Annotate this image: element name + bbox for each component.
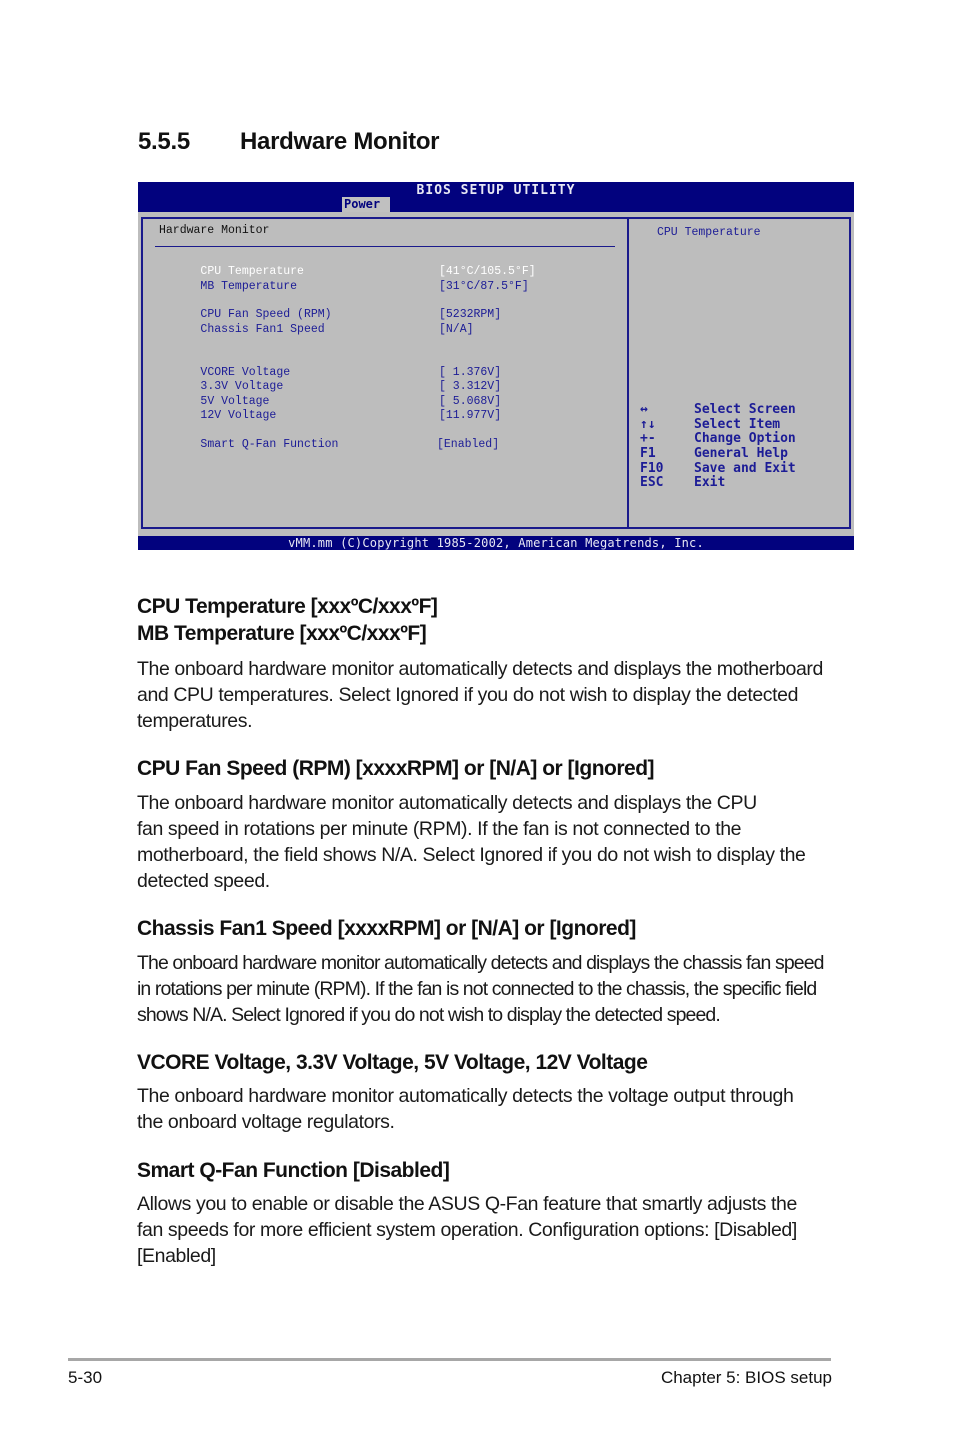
paragraph-cpu-fan-speed: The onboard hardware monitor automatical… [137, 790, 857, 894]
key-action: Exit [694, 475, 726, 491]
paragraph-temperature: The onboard hardware monitor automatical… [137, 656, 857, 734]
key-action: Change Option [694, 431, 796, 447]
bios-key-legend: ↔ Select Screen ↑↓ Select Item +- Change Op… [640, 402, 796, 491]
bios-item-label: MB Temperature [200, 280, 298, 293]
heading-line: CPU Temperature [xxxºC/xxxºF] [137, 595, 438, 618]
key-f10: F10 [640, 460, 664, 476]
paragraph-chassis-fan1-speed: The onboard hardware monitor automatical… [137, 950, 857, 1028]
bios-panel-rule [155, 246, 615, 247]
bios-item-value: [11.977V] [439, 409, 502, 422]
bios-item-chassis-fan1-speed[interactable]: Chassis Fan1 Speed [N/A] [159, 310, 473, 349]
arrows-left-right-icon: ↔ [640, 402, 648, 417]
key-legend-row: ESC Exit [640, 476, 796, 491]
key-legend-row: F1 General Help [640, 446, 796, 462]
bios-item-value: [ 1.376V] [439, 366, 502, 379]
heading-line: Chassis Fan1 Speed [xxxxRPM] or [N/A] or… [137, 917, 636, 940]
text-line: The onboard hardware monitor automatical… [137, 952, 825, 974]
text-line: [Enabled] [137, 1245, 216, 1267]
text-line: fan speed in rotations per minute (RPM).… [137, 818, 742, 840]
bios-frame: Hardware Monitor CPU Temperature [41°C/10… [141, 217, 851, 529]
bios-item-label: Chassis Fan1 Speed [200, 323, 325, 336]
bios-item-value: [5232RPM] [439, 308, 502, 321]
plus-minus-icon: +- [640, 431, 656, 447]
key-action: Select Item [694, 416, 781, 432]
text-line: temperatures. [137, 710, 253, 732]
bios-item-value: [Enabled] [437, 438, 500, 451]
text-line: motherboard, the field shows N/A. Select… [137, 844, 806, 866]
key-legend-row: +- Change Option [640, 432, 796, 447]
key-action: General Help [694, 446, 788, 462]
bios-screenshot: BIOS SETUP UTILITY Power Hardware Monito… [138, 182, 854, 550]
text-line: in rotations per minute (RPM). If the fa… [137, 978, 817, 1000]
bios-item-value: [N/A] [439, 323, 474, 336]
heading-line: VCORE Voltage, 3.3V Voltage, 5V Voltage,… [137, 1051, 648, 1074]
key-legend-row: ↔ Select Screen [640, 402, 796, 418]
key-action: Save and Exit [694, 460, 796, 476]
bios-item-value: [ 5.068V] [439, 395, 502, 408]
bios-help-title: CPU Temperature [657, 226, 761, 239]
arrows-up-down-icon: ↑↓ [640, 416, 656, 432]
heading-cpu-fan-speed: CPU Fan Speed (RPM) [xxxxRPM] or [N/A] o… [137, 755, 655, 782]
key-action: Select Screen [694, 402, 796, 417]
bios-item-smart-q-fan[interactable]: Smart Q-Fan Function [Enabled] [159, 425, 499, 464]
text-line: The onboard hardware monitor automatical… [137, 1085, 794, 1107]
bios-item-value: [31°C/87.5°F] [439, 280, 529, 293]
text-line: the onboard voltage regulators. [137, 1111, 395, 1133]
heading-voltages: VCORE Voltage, 3.3V Voltage, 5V Voltage,… [137, 1049, 648, 1076]
heading-line: Smart Q-Fan Function [Disabled] [137, 1159, 450, 1182]
text-line: The onboard hardware monitor automatical… [137, 792, 757, 814]
heading-cpu-mb-temperature: CPU Temperature [xxxºC/xxxºF] MB Tempera… [137, 593, 438, 647]
key-esc: ESC [640, 475, 664, 491]
bios-divider [627, 219, 629, 527]
section-number: 5.5.5 [138, 128, 190, 155]
bios-item-value: [ 3.312V] [439, 380, 502, 393]
heading-chassis-fan1-speed: Chassis Fan1 Speed [xxxxRPM] or [N/A] or… [137, 915, 636, 942]
tab-power[interactable]: Power [342, 197, 390, 212]
text-line: and CPU temperatures. Select Ignored if … [137, 684, 799, 706]
bios-copyright-footer: vMM.mm (C)Copyright 1985-2002, American … [138, 536, 854, 550]
key-legend-row: ↑↓ Select Item [640, 416, 796, 433]
bios-title: BIOS SETUP UTILITY [416, 183, 576, 198]
key-legend-row: F10 Save and Exit [640, 460, 796, 477]
bios-item-label: Smart Q-Fan Function [200, 438, 339, 451]
bios-header: BIOS SETUP UTILITY Power [138, 182, 854, 212]
footer-divider [68, 1358, 831, 1361]
text-line: Allows you to enable or disable the ASUS… [137, 1193, 797, 1215]
section-heading: Hardware Monitor [240, 128, 440, 155]
bios-panel-title: Hardware Monitor [159, 224, 270, 237]
heading-smart-q-fan: Smart Q-Fan Function [Disabled] [137, 1157, 450, 1184]
heading-line: MB Temperature [xxxºC/xxxºF] [137, 622, 427, 645]
paragraph-smart-q-fan: Allows you to enable or disable the ASUS… [137, 1191, 857, 1269]
page-number: 5-30 [68, 1368, 103, 1387]
chapter-label: Chapter 5: BIOS setup [660, 1368, 832, 1387]
text-line: fan speeds for more efficient system ope… [137, 1219, 797, 1241]
bios-item-value: [41°C/105.5°F] [439, 265, 536, 278]
text-line: The onboard hardware monitor automatical… [137, 658, 823, 680]
section-title: 5.5.5 Hardware Monitor [138, 128, 440, 156]
key-f1: F1 [640, 446, 656, 462]
bios-item-label: 12V Voltage [200, 409, 277, 422]
text-line: detected speed. [137, 870, 270, 892]
text-line: shows N/A. Select Ignored if you do not … [137, 1004, 721, 1026]
paragraph-voltages: The onboard hardware monitor automatical… [137, 1083, 857, 1135]
heading-line: CPU Fan Speed (RPM) [xxxxRPM] or [N/A] o… [137, 757, 655, 780]
